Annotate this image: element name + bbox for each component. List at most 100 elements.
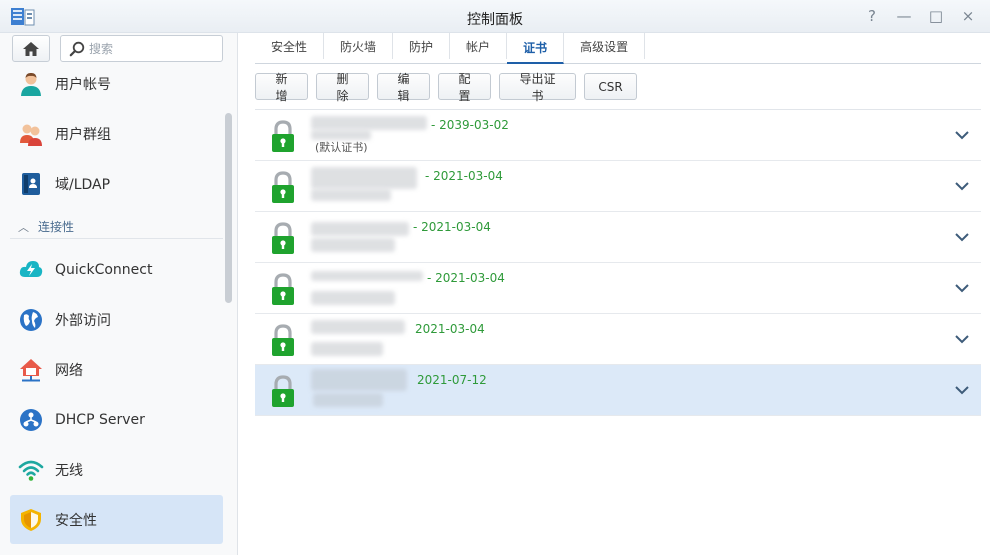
main-panel: 安全性 防火墙 防护 帐户 证书 高级设置 新增 删除 编辑 配置 导出证书 C… [239, 33, 990, 555]
sidebar-item-security[interactable]: 安全性 [10, 495, 223, 544]
window-title: 控制面板 [467, 12, 523, 28]
lock-icon [272, 171, 294, 203]
add-button[interactable]: 新增 [255, 72, 308, 103]
sidebar: 用户帐号 用户群组 域/LD [0, 33, 238, 555]
sidebar-item-quickconnect[interactable]: QuickConnect [10, 245, 223, 294]
minimize-icon: — [896, 7, 912, 25]
search-icon [69, 41, 85, 57]
chevron-down-icon[interactable] [953, 381, 971, 399]
certificate-row[interactable]: - 2021-03-04 [255, 212, 981, 263]
redacted-name [311, 189, 391, 201]
redacted-name [311, 291, 395, 305]
sidebar-item-label: 用户群组 [55, 126, 111, 143]
sidebar-item-domain-ldap[interactable]: 域/LDAP [10, 159, 223, 208]
redacted-name [311, 271, 423, 281]
default-certificate-label: (默认证书) [315, 141, 368, 154]
certificate-expiry-date: 2021-07-12 [417, 373, 487, 387]
close-button[interactable]: × [954, 5, 982, 27]
user-group-icon [18, 121, 44, 147]
edit-button[interactable]: 编辑 [377, 72, 430, 103]
lock-icon [272, 273, 294, 305]
certificate-row[interactable]: - 2039-03-02 (默认证书) [255, 110, 981, 161]
tab-certificate[interactable]: 证书 [507, 33, 565, 64]
toolbar: 新增 删除 编辑 配置 导出证书 CSR [255, 72, 637, 103]
quickconnect-icon [18, 257, 44, 283]
sidebar-item-label: 域/LDAP [55, 176, 111, 193]
redacted-name [311, 222, 409, 236]
sidebar-item-label: DHCP Server [55, 411, 145, 428]
maximize-button[interactable]: □ [922, 5, 950, 27]
certificate-row[interactable]: 2021-03-04 [255, 314, 981, 365]
search-input[interactable] [89, 39, 217, 59]
lock-icon [272, 324, 294, 356]
sidebar-item-network[interactable]: 网络 [10, 345, 223, 394]
tab-firewall[interactable]: 防火墙 [324, 33, 394, 59]
wifi-icon [18, 457, 44, 483]
network-house-icon [18, 357, 44, 383]
tab-protection[interactable]: 防护 [393, 33, 451, 59]
sidebar-item-external-access[interactable]: 外部访问 [10, 295, 223, 344]
minimize-button[interactable]: — [890, 5, 918, 27]
chevron-down-icon[interactable] [953, 177, 971, 195]
redacted-name [311, 167, 417, 189]
sidebar-item-label: 安全性 [55, 512, 97, 529]
help-icon: ? [868, 7, 876, 25]
chevron-down-icon[interactable] [953, 228, 971, 246]
dhcp-icon [18, 407, 44, 433]
sidebar-item-user-account[interactable]: 用户帐号 [10, 59, 223, 108]
tab-security[interactable]: 安全性 [255, 33, 325, 59]
close-icon: × [961, 7, 975, 25]
help-button[interactable]: ? [858, 5, 886, 27]
delete-button[interactable]: 删除 [316, 72, 369, 103]
certificate-expiry-date: - 2021-03-04 [425, 169, 503, 183]
tab-advanced[interactable]: 高级设置 [564, 33, 646, 59]
lock-icon [272, 222, 294, 254]
certificate-expiry-date: - 2021-03-04 [413, 220, 491, 234]
maximize-icon: □ [928, 7, 944, 25]
search-box [60, 35, 223, 62]
export-certificate-button[interactable]: 导出证书 [499, 72, 576, 103]
certificate-row-selected[interactable]: 2021-07-12 [255, 365, 981, 416]
sidebar-item-dhcp-server[interactable]: DHCP Server [10, 395, 223, 444]
user-icon [18, 71, 44, 97]
globe-icon [18, 307, 44, 333]
directory-icon [18, 171, 44, 197]
configure-button[interactable]: 配置 [438, 72, 491, 103]
tab-bar: 安全性 防火墙 防护 帐户 证书 高级设置 [255, 33, 981, 64]
certificate-list: - 2039-03-02 (默认证书) - 2021-03-04 - 2021-… [255, 109, 981, 416]
section-connectivity[interactable]: ︿ 连接性 [10, 215, 223, 239]
chevron-down-icon[interactable] [953, 279, 971, 297]
sidebar-item-wireless[interactable]: 无线 [10, 445, 223, 494]
tab-account[interactable]: 帐户 [450, 33, 508, 59]
redacted-name [313, 393, 383, 407]
home-icon [23, 41, 39, 56]
sidebar-scrollbar[interactable] [225, 113, 232, 303]
certificate-expiry-date: - 2021-03-04 [427, 271, 505, 285]
certificate-expiry-date: 2021-03-04 [415, 322, 485, 336]
control-panel-window: 控制面板 ? — □ × 搜索 用户帐号 用户群组 域/LDAP ︿ 连接性 Q… [0, 0, 990, 555]
chevron-down-icon[interactable] [953, 330, 971, 348]
certificate-row[interactable]: - 2021-03-04 [255, 161, 981, 212]
sidebar-item-user-group[interactable]: 用户群组 [10, 109, 223, 158]
sidebar-item-label: 外部访问 [55, 312, 111, 329]
redacted-name [311, 342, 383, 356]
lock-icon [272, 120, 294, 152]
lock-icon [272, 375, 294, 407]
redacted-name [311, 369, 407, 391]
csr-button[interactable]: CSR [584, 73, 637, 100]
sidebar-item-label: 无线 [55, 462, 83, 479]
window-controls: ? — □ × [858, 5, 982, 27]
sidebar-item-label: QuickConnect [55, 261, 153, 278]
home-button[interactable] [12, 35, 50, 62]
redacted-name [311, 238, 395, 252]
redacted-name [311, 116, 427, 130]
sidebar-item-label: 用户帐号 [55, 76, 111, 93]
certificate-row[interactable]: - 2021-03-04 [255, 263, 981, 314]
section-label: 连接性 [38, 220, 75, 234]
chevron-up-icon: ︿ [18, 220, 29, 234]
title-bar: 控制面板 ? — □ × [0, 0, 990, 33]
redacted-name [311, 320, 405, 334]
sidebar-item-label: 网络 [55, 362, 83, 379]
certificate-expiry-date: - 2039-03-02 [431, 118, 509, 132]
chevron-down-icon[interactable] [953, 126, 971, 144]
